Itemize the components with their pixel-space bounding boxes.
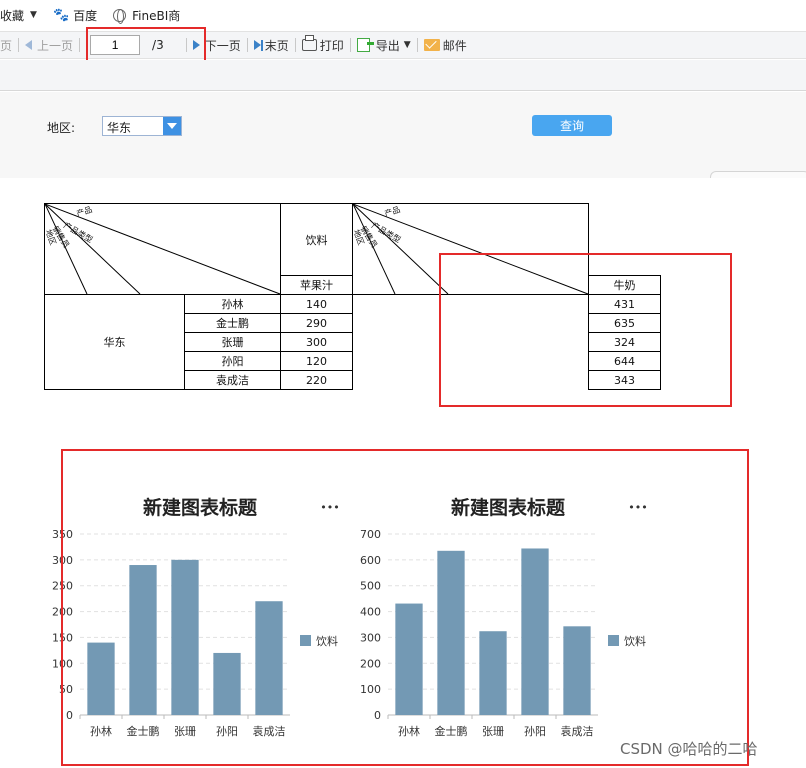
prev-page-button[interactable]: 上一页 bbox=[25, 37, 73, 54]
salesperson-cell: 孙林 bbox=[184, 294, 281, 314]
prev-arrow-icon bbox=[25, 40, 33, 50]
left-value-cell: 220 bbox=[280, 370, 353, 390]
mail-icon bbox=[423, 39, 440, 51]
last-page-button[interactable]: 末页 bbox=[253, 37, 289, 54]
first-page-button[interactable]: 页 bbox=[0, 37, 12, 54]
bookmark-favorites-label: 收藏 bbox=[0, 8, 25, 23]
region-label: 地区: bbox=[47, 121, 76, 135]
bookmarks-bar: 收藏 ▼ 🐾 百度 FineBI商 bbox=[0, 0, 806, 30]
toolbar-separator bbox=[79, 38, 81, 52]
diagonal-header-left: 产品 产品类型 销售员 地区 bbox=[44, 203, 281, 295]
toolbar-separator bbox=[294, 38, 296, 52]
left-value-cell: 120 bbox=[280, 351, 353, 371]
salesperson-cell: 张珊 bbox=[184, 332, 281, 352]
bookmark-finebi-label: FineBI商 bbox=[132, 8, 181, 23]
parameter-panel: 地区: 华东 查询 bbox=[0, 92, 806, 178]
caret-icon: ▼ bbox=[30, 10, 37, 20]
chevron-down-icon[interactable] bbox=[163, 117, 181, 135]
toolbar-separator bbox=[416, 38, 418, 52]
toolbar-separator bbox=[349, 38, 351, 52]
bookmark-baidu-label: 百度 bbox=[73, 8, 98, 23]
left-value-cell: 300 bbox=[280, 332, 353, 352]
product-header-apple-juice: 苹果汁 bbox=[280, 275, 353, 295]
export-icon bbox=[356, 38, 374, 52]
baidu-paw-icon: 🐾 bbox=[52, 7, 70, 23]
last-page-label: 末页 bbox=[264, 38, 289, 53]
mail-label: 邮件 bbox=[442, 38, 467, 53]
left-value-cell: 290 bbox=[280, 313, 353, 333]
print-label: 打印 bbox=[319, 38, 344, 53]
chevron-down-icon: ▼ bbox=[403, 40, 411, 50]
mail-button[interactable]: 邮件 bbox=[423, 37, 467, 54]
watermark: CSDN @哈哈的二哈 bbox=[620, 740, 758, 758]
last-arrow-icon bbox=[253, 40, 261, 50]
prev-page-label: 上一页 bbox=[37, 38, 74, 53]
export-button[interactable]: 导出 ▼ bbox=[356, 37, 411, 54]
region-combobox[interactable]: 华东 bbox=[102, 116, 182, 136]
bookmark-finebi[interactable]: FineBI商 bbox=[113, 7, 180, 24]
salesperson-cell: 孙阳 bbox=[184, 351, 281, 371]
region-combobox-value: 华东 bbox=[107, 121, 132, 135]
left-value-cell: 140 bbox=[280, 294, 353, 314]
salesperson-cell: 金士鹏 bbox=[184, 313, 281, 333]
category-header-beverage: 饮料 bbox=[280, 203, 353, 276]
bookmark-baidu[interactable]: 🐾 百度 bbox=[53, 7, 97, 24]
printer-icon bbox=[301, 35, 317, 51]
salesperson-cell: 袁成洁 bbox=[184, 370, 281, 390]
toolbar-separator bbox=[18, 38, 20, 52]
bookmark-favorites[interactable]: 收藏 ▼ bbox=[0, 7, 37, 24]
export-label: 导出 bbox=[375, 38, 400, 53]
toolbar-separator bbox=[246, 38, 248, 52]
charts-highlight bbox=[61, 449, 749, 766]
print-button[interactable]: 打印 bbox=[301, 35, 344, 54]
region-cell: 华东 bbox=[44, 294, 185, 390]
next-page-label: 下一页 bbox=[204, 38, 241, 53]
last-bar-icon bbox=[260, 39, 263, 51]
table-highlight bbox=[439, 253, 732, 407]
globe-icon bbox=[113, 8, 127, 24]
query-button[interactable]: 查询 bbox=[532, 115, 612, 136]
toolbar-strip bbox=[0, 60, 806, 91]
